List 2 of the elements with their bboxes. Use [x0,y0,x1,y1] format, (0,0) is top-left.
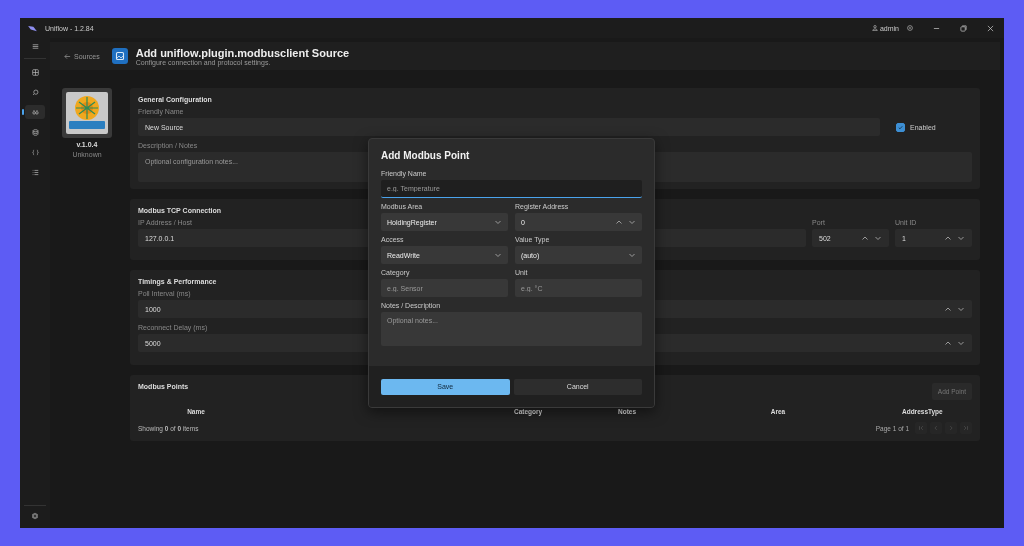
dialog-title: Add Modbus Point [381,150,471,161]
page-title: Add uniflow.plugin.modbusclient Source [135,46,350,59]
